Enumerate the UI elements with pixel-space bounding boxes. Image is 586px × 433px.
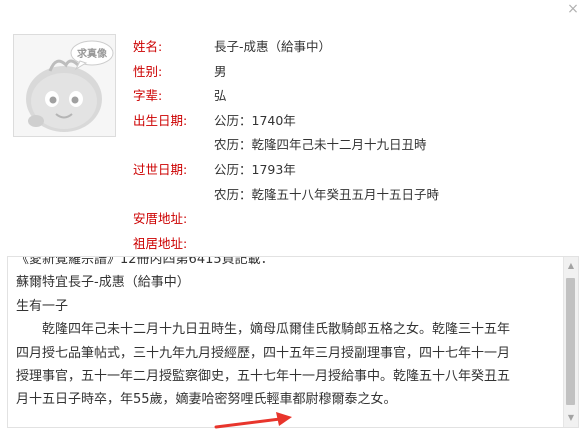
info-value: 农历：乾隆五十八年癸丑五月十五日子時 bbox=[214, 186, 440, 202]
info-label: 姓名: bbox=[133, 39, 163, 54]
info-label: 出生日期: bbox=[133, 112, 188, 128]
avatar: 求真像 bbox=[13, 34, 116, 137]
info-label: 祖居地址: bbox=[133, 235, 188, 251]
info-label: 安厝地址: bbox=[133, 211, 188, 227]
description-line: 《愛新覺羅宗譜》12冊丙四第6415頁記載： bbox=[16, 256, 274, 267]
scroll-thumb[interactable] bbox=[566, 278, 575, 405]
placeholder-face-icon: 求真像 bbox=[14, 35, 115, 136]
description-line: 乾隆四年己未十二月十九日丑時生，嫡母瓜爾佳氏散騎郎五格之女。乾隆三十五年 bbox=[16, 322, 511, 338]
description-panel[interactable]: 《愛新覺羅宗譜》12冊丙四第6415頁記載： 蘇爾特宜長子-成惠（給事中） 生有… bbox=[7, 256, 579, 428]
info-value: 弘 bbox=[214, 88, 227, 104]
info-value: 农历：乾隆四年己未十二月十九日丑時 bbox=[214, 137, 427, 153]
info-label: 性别: bbox=[133, 63, 163, 79]
info-value: 男 bbox=[214, 63, 227, 79]
description-line: 授理事官，五十一年二月授監察御史，五十七年十一月授給事中。乾隆五十八年癸丑五 bbox=[16, 369, 511, 385]
info-label: 字辈: bbox=[133, 88, 163, 104]
info-label: 过世日期: bbox=[133, 161, 188, 177]
scroll-down-icon[interactable]: ▼ bbox=[564, 411, 578, 425]
red-arrow-icon bbox=[214, 412, 292, 429]
vertical-scrollbar[interactable]: ▲ ▼ bbox=[563, 257, 578, 427]
description-line: 蘇爾特宜長子-成惠（給事中） bbox=[16, 275, 190, 291]
description-line: 四月授七品筆帖式，三十九年九月授經歷，四十五年三月授副理事官，四十七年十一月 bbox=[16, 345, 511, 361]
avatar-badge: 求真像 bbox=[77, 47, 108, 60]
info-value: 公历：1793年 bbox=[214, 161, 296, 177]
info-value: 公历：1740年 bbox=[214, 112, 296, 128]
info-value: 長子-成惠（給事中） bbox=[214, 39, 332, 54]
scroll-up-icon[interactable]: ▲ bbox=[564, 259, 578, 273]
description-line: 生有一子 bbox=[16, 298, 69, 314]
close-button[interactable]: × bbox=[566, 2, 580, 16]
description-text: 《愛新覺羅宗譜》12冊丙四第6415頁記載： 蘇爾特宜長子-成惠（給事中） 生有… bbox=[16, 256, 561, 412]
